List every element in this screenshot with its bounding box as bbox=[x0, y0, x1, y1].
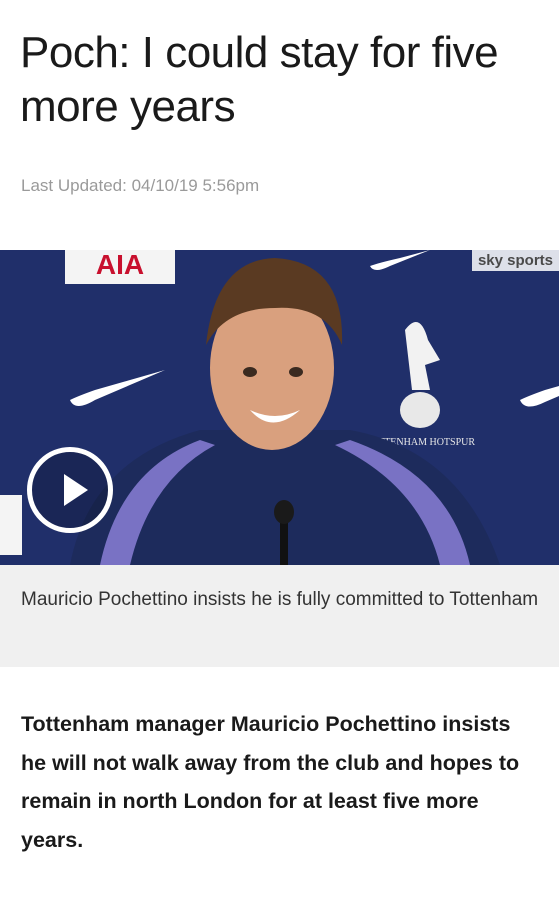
article-page: Poch: I could stay for five more years L… bbox=[0, 0, 559, 900]
article-lead-paragraph: Tottenham manager Mauricio Pochettino in… bbox=[21, 712, 520, 852]
video-player[interactable]: AIA TOTTENHAM HOTSPUR sky sports bbox=[0, 250, 559, 565]
article-headline: Poch: I could stay for five more years bbox=[20, 28, 499, 131]
media-caption-box: Mauricio Pochettino insists he is fully … bbox=[0, 565, 559, 667]
channel-logo: sky sports bbox=[471, 250, 559, 271]
play-button[interactable] bbox=[27, 447, 113, 533]
media-caption: Mauricio Pochettino insists he is fully … bbox=[21, 589, 539, 610]
play-icon bbox=[64, 474, 88, 506]
sponsor-logo: AIA bbox=[96, 250, 144, 280]
last-updated-timestamp: Last Updated: 04/10/19 5:56pm bbox=[21, 176, 260, 195]
